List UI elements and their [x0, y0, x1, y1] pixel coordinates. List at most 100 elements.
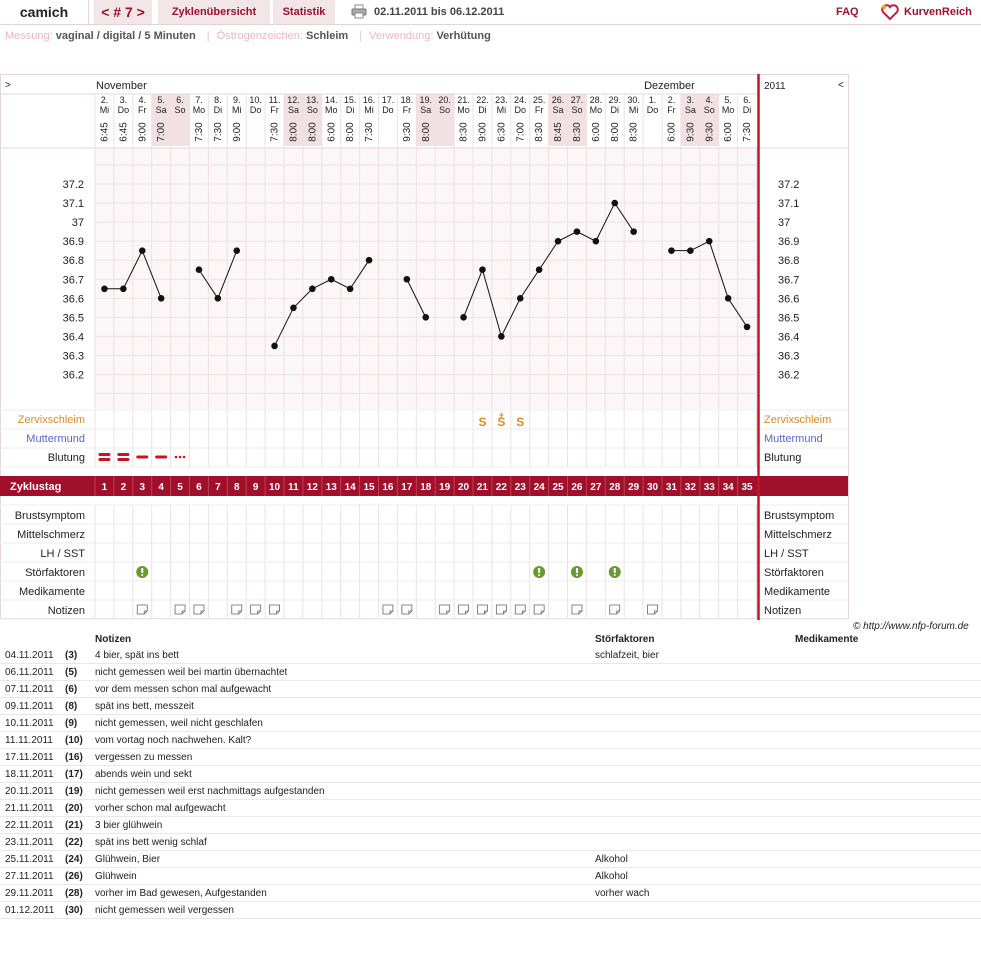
note-text: vom vortag noch nachwehen. Kalt?	[95, 731, 595, 749]
cycle-day-number: 10	[269, 482, 281, 493]
day-number: 7.	[195, 95, 203, 105]
note-date: 22.11.2011	[0, 816, 65, 834]
table-row: 04.11.2011 (3) 4 bier, spät ins bett schlaf…	[0, 647, 981, 664]
weekday-label: Mi	[629, 105, 639, 115]
logo[interactable]: KurvenReich	[880, 0, 981, 24]
day-number: 22.	[476, 95, 489, 105]
measure-time: 7:30	[270, 122, 281, 142]
note-stoerfaktor: vorher wach	[595, 884, 795, 902]
y-tick-label-right: 36.9	[778, 236, 799, 248]
table-row: 07.11.2011 (6) vor dem messen schon mal au…	[0, 680, 981, 698]
y-tick-label-right: 36.5	[778, 312, 799, 324]
weekday-label: Sa	[553, 105, 564, 115]
weekday-label: Sa	[685, 105, 696, 115]
notes-header-row: Notizen Störfaktoren Medikamente	[0, 632, 981, 647]
note-icon	[458, 604, 469, 615]
day-number: 5.	[724, 95, 732, 105]
estrogen-label: Östrogenzeichen:	[216, 30, 303, 42]
note-stoerfaktor	[595, 714, 795, 732]
row-label-0: Zervixschleim	[18, 414, 85, 426]
row-label-bottom-3: Störfaktoren	[25, 567, 85, 579]
tab-statistics[interactable]: Statistik	[273, 0, 335, 24]
day-number: 13.	[306, 95, 319, 105]
temp-point	[346, 285, 354, 293]
note-text: vor dem messen schon mal aufgewacht	[95, 680, 595, 698]
note-stoerfaktor: Alkohol	[595, 850, 795, 868]
note-medikament	[795, 680, 981, 698]
measure-label: Messung:	[5, 30, 53, 42]
note-cycle-day: (19)	[65, 782, 95, 800]
day-number: 2.	[668, 95, 676, 105]
measure-time: 6:00	[666, 122, 677, 142]
warning-icon-mark	[575, 568, 578, 573]
year-label: 2011	[764, 81, 786, 92]
note-cycle-day: (10)	[65, 731, 95, 749]
note-text: spät ins bett, messzeit	[95, 697, 595, 715]
note-icon	[136, 604, 148, 615]
temperature-chart: > <2011November Dezember2.Mi6:453.Do6:454.…	[0, 74, 849, 620]
temp-point	[630, 228, 637, 235]
temp-point	[403, 275, 411, 283]
note-cycle-day: (24)	[65, 850, 95, 868]
weekday-label: Sa	[420, 105, 431, 115]
measure-time: 8:00	[421, 122, 432, 142]
table-row: 22.11.2011 (21) 3 bier glühwein	[0, 816, 981, 834]
weekday-label: Fr	[403, 105, 412, 115]
temp-point	[611, 199, 619, 207]
day-number: 3.	[687, 95, 695, 105]
day-number: 27.	[571, 95, 584, 105]
cycle-day-number: 15	[363, 482, 375, 493]
measure-time: 7:30	[213, 122, 224, 142]
cycle-day-number: 4	[158, 482, 164, 493]
weekday-label: So	[175, 105, 186, 115]
cycle-day-number: 24	[534, 482, 546, 493]
note-date: 20.11.2011	[0, 782, 65, 800]
weekday-label: Di	[478, 105, 487, 115]
note-text: vergessen zu messen	[95, 748, 595, 766]
note-medikament	[795, 850, 981, 868]
weekday-label: Di	[346, 105, 355, 115]
table-row: 23.11.2011 (22) spät ins bett wenig schlaf	[0, 833, 981, 851]
cycle-day-number: 33	[704, 482, 716, 493]
measure-time: 6:00	[723, 122, 734, 142]
measure-time: 8:00	[610, 122, 621, 142]
weekday-label: Mi	[497, 105, 507, 115]
measure-value: vaginal / digital / 5 Minuten	[55, 30, 196, 42]
temp-point	[668, 247, 675, 254]
note-cycle-day: (8)	[65, 697, 95, 715]
weekday-label: Fr	[270, 105, 279, 115]
tab-cycle-overview[interactable]: Zyklenübersicht	[158, 0, 270, 24]
cycle-day-number: 6	[196, 482, 202, 493]
temp-point	[233, 247, 241, 254]
cycle-day-number: 22	[496, 482, 508, 493]
cycle-day-number: 23	[515, 482, 527, 493]
faq-link[interactable]: FAQ	[836, 0, 859, 24]
row-label-bottom-2: LH / SST	[40, 548, 85, 560]
cycle-navigation[interactable]: < # 7 >	[94, 0, 152, 24]
day-number: 29.	[608, 95, 621, 105]
day-number: 1.	[649, 95, 657, 105]
printer-icon[interactable]	[351, 4, 367, 19]
weekday-label: So	[571, 105, 582, 115]
bleeding-mark	[182, 455, 186, 459]
cycle-day-number: 1	[102, 482, 108, 493]
measure-time: 9:00	[477, 122, 488, 142]
note-text: 4 bier, spät ins bett	[95, 647, 595, 664]
note-icon	[174, 604, 186, 615]
measure-time: 7:00	[515, 122, 526, 142]
temp-point	[535, 266, 543, 274]
note-date: 17.11.2011	[0, 748, 65, 766]
row-label-bottom-0: Brustsymptom	[15, 510, 85, 522]
note-text: Glühwein	[95, 867, 595, 885]
y-tick-label: 36.2	[63, 370, 84, 382]
bleeding-mark	[98, 458, 111, 461]
cycle-day-number: 9	[253, 482, 259, 493]
row-label-right-0: Zervixschleim	[764, 414, 831, 426]
day-number: 4.	[138, 95, 146, 105]
temp-point	[271, 342, 278, 350]
note-icon	[231, 604, 243, 615]
note-medikament	[795, 663, 981, 681]
row-label-1: Muttermund	[26, 433, 85, 445]
note-date: 07.11.2011	[0, 680, 65, 698]
temp-point	[101, 285, 108, 293]
